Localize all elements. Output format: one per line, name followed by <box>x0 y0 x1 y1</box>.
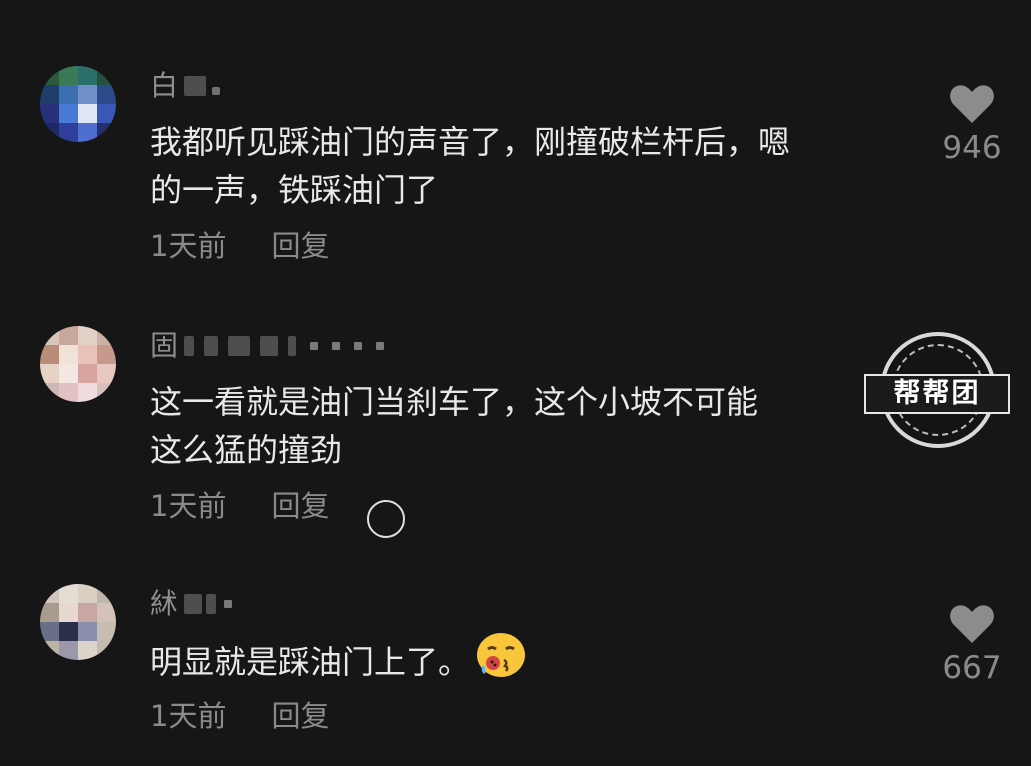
comment-text-line: 的一声，铁踩油门了 <box>150 171 439 209</box>
timestamp: 1天前 <box>150 229 227 263</box>
comment-meta: 1天前 回复 <box>150 226 329 266</box>
reply-button[interactable]: 回复 <box>271 226 329 266</box>
timestamp: 1天前 <box>150 699 227 733</box>
blurred-text <box>354 342 363 350</box>
avatar[interactable] <box>40 584 116 660</box>
comment-text: 这一看就是油门当刹车了，这个小坡不可能 这么猛的撞劲 <box>150 378 910 474</box>
timestamp: 1天前 <box>150 489 227 523</box>
comment-text-line: 这一看就是油门当刹车了，这个小坡不可能 <box>150 383 759 421</box>
blurred-text <box>184 76 207 96</box>
watermark-stamp: 帮帮团 <box>862 332 1012 452</box>
username-text: 絉 <box>150 587 179 620</box>
blurred-text <box>206 594 217 614</box>
comment-text: 明显就是踩油门上了。 <box>150 632 910 691</box>
reply-button[interactable]: 回复 <box>271 486 329 526</box>
username[interactable]: 固 <box>150 328 385 364</box>
username[interactable]: 白 <box>150 68 221 104</box>
blurred-text <box>260 336 279 356</box>
avatar[interactable] <box>40 66 116 142</box>
like-count: 667 <box>942 650 1002 686</box>
comment-text-content: 明显就是踩油门上了。 <box>150 642 471 681</box>
blurred-text <box>224 600 233 608</box>
like-button[interactable]: 667 <box>940 604 1004 688</box>
blurred-text <box>212 87 221 95</box>
blurred-text <box>184 594 203 614</box>
heart-icon <box>950 85 994 123</box>
blurred-text <box>184 336 195 356</box>
blurred-text <box>288 336 297 356</box>
heart-icon <box>950 605 994 643</box>
blurred-text <box>204 336 219 356</box>
blurred-text <box>228 336 251 356</box>
username-text: 白 <box>150 69 179 102</box>
blurred-text <box>376 342 385 350</box>
comment-text-line: 我都听见踩油门的声音了，刚撞破栏杆后，嗯 <box>150 123 791 161</box>
comment-text: 我都听见踩油门的声音了，刚撞破栏杆后，嗯 的一声，铁踩油门了 <box>150 118 910 214</box>
watermark-text: 帮帮团 <box>864 374 1010 414</box>
blurred-text <box>310 342 319 350</box>
username-text: 固 <box>150 329 179 362</box>
comment-meta: 1天前 回复 <box>150 696 329 736</box>
username[interactable]: 絉 <box>150 586 233 622</box>
blurred-text <box>332 342 341 350</box>
avatar[interactable] <box>40 326 116 402</box>
drooling-face-emoji <box>476 632 526 691</box>
touch-indicator <box>367 500 405 538</box>
reply-button[interactable]: 回复 <box>271 696 329 736</box>
like-count: 946 <box>942 130 1002 166</box>
comment-text-line: 明显就是踩油门上了。 <box>150 632 910 691</box>
like-button[interactable]: 946 <box>940 84 1004 168</box>
comment-meta: 1天前 回复 <box>150 486 329 526</box>
comment-text-line: 这么猛的撞劲 <box>150 431 343 469</box>
